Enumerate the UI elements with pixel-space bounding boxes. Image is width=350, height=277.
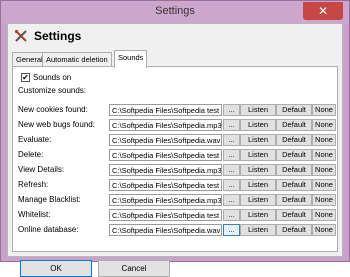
tab-sounds[interactable]: Sounds (114, 50, 148, 68)
browse-button[interactable]: ... (223, 224, 240, 236)
browse-button[interactable]: ... (223, 149, 240, 161)
sound-row: Whitelist: C:\Softpedia Files\Softpedia t… (13, 209, 339, 221)
listen-button[interactable]: Listen (240, 224, 276, 236)
browse-button[interactable]: ... (223, 209, 240, 221)
settings-window: Settings ✕ Settings General Automatic de… (0, 0, 350, 277)
sound-path-field[interactable]: C:\Softpedia Files\Softpedia test (109, 179, 222, 191)
sound-event-label: Online database: (18, 225, 79, 234)
default-button[interactable]: Default (276, 194, 312, 206)
default-button[interactable]: Default (276, 164, 312, 176)
default-button[interactable]: Default (276, 119, 312, 131)
none-button[interactable]: None (312, 164, 336, 176)
sound-row: Evaluate: C:\Softpedia Files\Softpedia.wa… (13, 134, 339, 146)
listen-button[interactable]: Listen (240, 179, 276, 191)
close-button[interactable]: ✕ (303, 2, 343, 20)
dialog-header: Settings (8, 24, 342, 50)
client-area: Settings General Automatic deletion Soun… (7, 23, 343, 277)
sound-row: Manage Blacklist: C:\Softpedia Files\Soft… (13, 194, 339, 206)
browse-button[interactable]: ... (223, 164, 240, 176)
sound-event-label: New cookies found: (18, 105, 88, 114)
sound-row: Delete: C:\Softpedia Files\Softpedia test… (13, 149, 339, 161)
cancel-button[interactable]: Cancel (98, 260, 170, 277)
none-button[interactable]: None (312, 209, 336, 221)
default-button[interactable]: Default (276, 149, 312, 161)
none-button[interactable]: None (312, 194, 336, 206)
sounds-on-label[interactable]: Sounds on (33, 73, 71, 82)
sound-event-label: Delete: (18, 150, 44, 159)
none-button[interactable]: None (312, 119, 336, 131)
default-button[interactable]: Default (276, 209, 312, 221)
default-button[interactable]: Default (276, 224, 312, 236)
sound-path-field[interactable]: C:\Softpedia Files\Softpedia.wav (109, 134, 222, 146)
none-button[interactable]: None (312, 179, 336, 191)
sound-row: New cookies found: C:\Softpedia Files\Sof… (13, 104, 339, 116)
default-button[interactable]: Default (276, 104, 312, 116)
listen-button[interactable]: Listen (240, 149, 276, 161)
listen-button[interactable]: Listen (240, 104, 276, 116)
tools-icon (14, 29, 27, 42)
listen-button[interactable]: Listen (240, 194, 276, 206)
browse-button[interactable]: ... (223, 134, 240, 146)
sound-event-label: Evaluate: (18, 135, 52, 144)
sound-path-field[interactable]: C:\Softpedia Files\Softpedia.wav (109, 224, 222, 236)
sounds-on-checkbox[interactable]: ✔ (21, 73, 30, 82)
sound-row: Refresh: C:\Softpedia Files\Softpedia tes… (13, 179, 339, 191)
sound-path-field[interactable]: C:\Softpedia Files\Softpedia.mp3 (109, 194, 222, 206)
listen-button[interactable]: Listen (240, 134, 276, 146)
sound-event-label: View Details: (18, 165, 65, 174)
listen-button[interactable]: Listen (240, 209, 276, 221)
none-button[interactable]: None (312, 149, 336, 161)
page-title: Settings (34, 29, 82, 43)
listen-button[interactable]: Listen (240, 164, 276, 176)
sounds-panel: ✔ Sounds on Customize sounds: New cookie… (12, 66, 338, 252)
sound-path-field[interactable]: C:\Softpedia Files\Softpedia.mp3 (109, 119, 222, 131)
browse-button[interactable]: ... (223, 104, 240, 116)
sound-path-field[interactable]: C:\Softpedia Files\Softpedia test (109, 149, 222, 161)
sound-event-label: Refresh: (18, 180, 49, 189)
sound-path-field[interactable]: C:\Softpedia Files\Softpedia.mp3 (109, 164, 222, 176)
sound-event-label: Manage Blacklist: (18, 195, 81, 204)
browse-button[interactable]: ... (223, 119, 240, 131)
none-button[interactable]: None (312, 104, 336, 116)
none-button[interactable]: None (312, 134, 336, 146)
ok-button[interactable]: OK (20, 260, 92, 277)
window-title: Settings (155, 5, 195, 17)
sound-row: New web bugs found: C:\Softpedia Files\So… (13, 119, 339, 131)
sound-event-label: Whitelist: (18, 210, 51, 219)
sound-path-field[interactable]: C:\Softpedia Files\Softpedia test (109, 104, 222, 116)
default-button[interactable]: Default (276, 134, 312, 146)
sound-row: Online database: C:\Softpedia Files\Softp… (13, 224, 339, 236)
default-button[interactable]: Default (276, 179, 312, 191)
tab-automatic-deletion[interactable]: Automatic deletion (42, 52, 112, 67)
browse-button[interactable]: ... (223, 194, 240, 206)
listen-button[interactable]: Listen (240, 119, 276, 131)
none-button[interactable]: None (312, 224, 336, 236)
title-bar[interactable]: Settings ✕ (1, 1, 349, 23)
sound-row: View Details: C:\Softpedia Files\Softpedi… (13, 164, 339, 176)
customize-sounds-label: Customize sounds: (18, 86, 87, 95)
browse-button[interactable]: ... (223, 179, 240, 191)
sound-path-field[interactable]: C:\Softpedia Files\Softpedia test (109, 209, 222, 221)
sound-event-label: New web bugs found: (18, 120, 95, 129)
